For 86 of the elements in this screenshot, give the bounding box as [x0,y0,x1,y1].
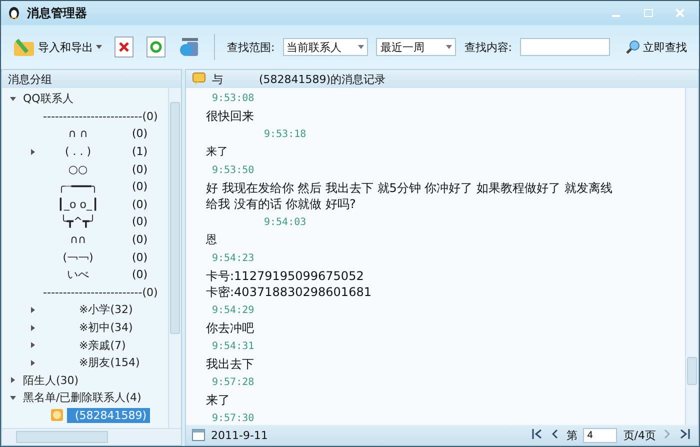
message-time: 9:54:31 [211,340,256,354]
search-icon [626,40,640,54]
group-item[interactable]: ※亲戚(7) [76,336,129,354]
message-time: 9:54:23 [211,252,256,266]
group-item[interactable]: ∩ ∩ [40,126,116,142]
message-text: 很快回来 [206,108,255,124]
conversation-prefix: 与 [212,72,223,86]
group-count: (0) [132,233,148,246]
message-time: 9:53:18 [263,128,308,142]
group-item[interactable]: いべ [40,266,116,284]
message-time: 9:57:30 [211,412,256,425]
folder-icon [13,36,35,58]
group-item[interactable]: -------------------------(0) [40,108,161,124]
group-item[interactable]: ○○ [40,162,116,177]
message-text: 来了 [206,392,231,408]
message-text: 恩 [206,232,218,248]
group-item[interactable]: QQ联系人 [20,90,76,108]
group-item[interactable]: ┃_o o_┃ [40,196,116,212]
chat-bubble-icon [192,72,206,86]
group-item[interactable]: -------------------------(0) [40,284,161,300]
collapsed-arrow-icon[interactable] [10,377,16,384]
group-item[interactable]: (￢￢) [40,248,116,266]
calendar-icon[interactable] [192,429,205,441]
caret-icon [96,45,102,49]
message-time: 9:53:08 [211,92,256,106]
group-count: (0) [132,198,148,211]
group-item[interactable]: ╰┳^┳╯ [40,214,116,230]
scope-dropdown[interactable]: 当前联系人 [282,38,368,56]
import-export-button[interactable]: 导入和导出 [11,34,104,60]
horizontal-scrollbar[interactable] [2,428,181,445]
vertical-scrollbar[interactable] [685,88,698,425]
group-item[interactable]: 陌生人(30) [20,372,82,389]
avatar-icon [50,408,64,422]
group-count: (0) [132,268,148,282]
date-text: 2011-9-11 [211,428,268,442]
caret-icon [358,45,364,49]
page-suffix: 页/4页 [623,428,656,442]
scope-label: 查找范围: [226,40,275,54]
expanded-arrow-icon[interactable] [10,394,16,401]
expanded-arrow-icon[interactable] [10,96,16,102]
group-count: (0) [132,180,148,194]
group-count: (1) [132,145,148,158]
group-item[interactable]: ╭┈━━━╮ [40,179,116,194]
vertical-scrollbar[interactable] [168,88,181,428]
sidebar-title: 消息分组 [8,72,52,86]
group-count: (0) [132,250,148,264]
message-text: 卡密:403718830298601681 [206,284,372,300]
collapsed-arrow-icon[interactable] [30,148,36,155]
period-dropdown[interactable]: 最近一周 [376,38,456,56]
message-text: 给我 没有的话 你就做 好吗? [206,196,357,212]
conversation-title: (582841589)的消息记录 [259,72,386,86]
message-text: 我出去下 [206,356,255,372]
search-button[interactable]: 立即查找 [624,38,690,56]
message-time: 9:53:50 [211,164,256,178]
message-time: 9:54:03 [263,216,308,230]
group-count: (0) [132,162,148,176]
message-text: 来了 [206,144,229,160]
message-text: 好 我现在发给你 然后 我出去下 就5分钟 你冲好了 如果教程做好了 就发离线 [206,180,614,196]
message-text: 你去冲吧 [206,320,255,336]
contact-item[interactable]: (582841589) [67,408,150,423]
group-item[interactable]: ( . . ) [40,144,116,160]
group-item[interactable]: ∩∩ [40,232,116,248]
collapsed-arrow-icon[interactable] [30,342,36,348]
delete-button[interactable] [112,34,136,60]
message-time: 9:57:28 [211,376,256,390]
group-count: (0) [132,127,148,140]
page-prefix: 第 [566,428,578,442]
collapsed-arrow-icon[interactable] [30,360,36,366]
collapsed-arrow-icon[interactable] [30,306,36,313]
message-text: 卡号:11279195099675052 [206,268,365,284]
search-field[interactable] [520,38,610,56]
group-item[interactable]: ※小学(32) [76,301,136,318]
maximize-icon [644,9,652,17]
group-item[interactable]: 黑名单/已删除联系人(4) [20,389,144,406]
group-item[interactable]: ※初中(34) [76,319,136,336]
caret-icon [446,45,452,49]
group-count: (0) [132,215,148,228]
page-field[interactable]: 4 [583,428,618,442]
group-item[interactable]: ※朋友(154) [76,354,143,372]
penguin-icon [7,6,21,20]
refresh-button[interactable] [144,34,168,60]
content-label: 查找内容: [464,40,512,54]
window-title: 消息管理器 [27,4,87,22]
collapsed-arrow-icon[interactable] [30,324,36,331]
close-icon [676,9,684,17]
message-time: 9:54:29 [211,304,256,318]
